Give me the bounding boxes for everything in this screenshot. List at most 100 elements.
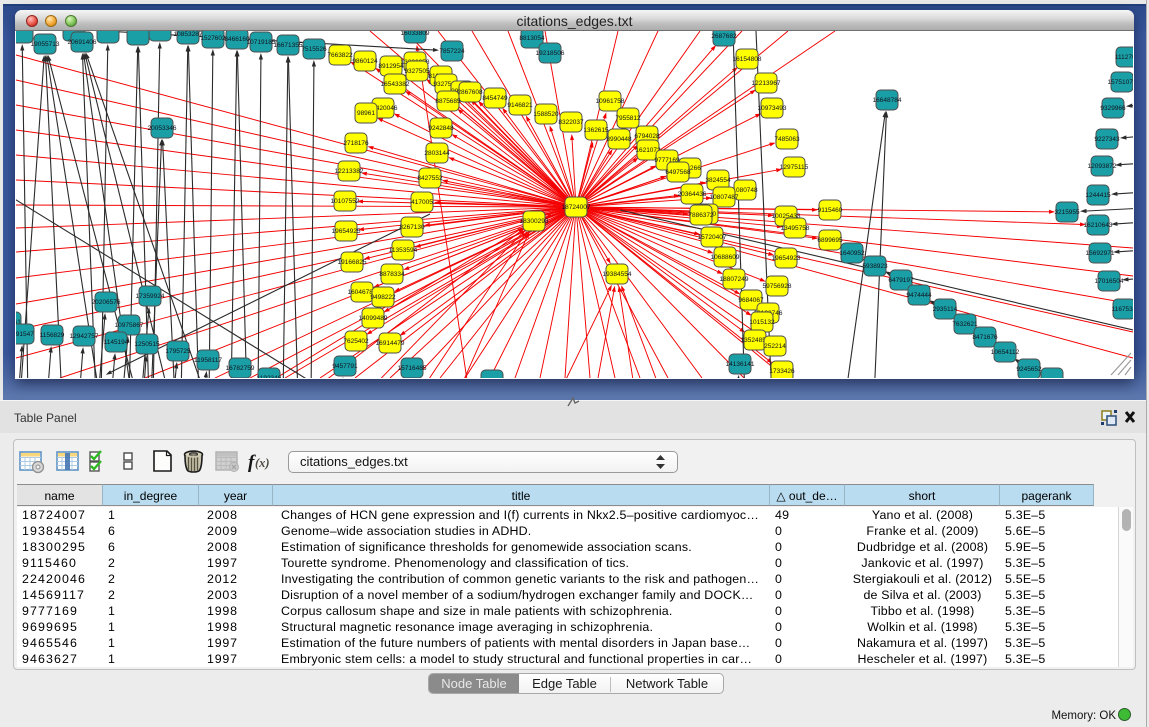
svg-text:10107552: 10107552 xyxy=(331,198,360,205)
svg-text:1527602: 1527602 xyxy=(200,35,226,42)
svg-text:1250515: 1250515 xyxy=(134,341,160,348)
svg-text:16914479: 16914479 xyxy=(376,340,405,347)
svg-text:10975867: 10975867 xyxy=(115,322,144,329)
svg-text:98961: 98961 xyxy=(357,110,375,117)
svg-text:16782759: 16782759 xyxy=(226,365,255,372)
svg-text:7857224: 7857224 xyxy=(439,48,465,55)
svg-text:9227343: 9227343 xyxy=(1094,136,1120,143)
svg-text:16648784: 16648784 xyxy=(873,97,902,104)
svg-text:6794028: 6794028 xyxy=(634,133,660,140)
svg-text:12213967: 12213967 xyxy=(752,80,781,87)
svg-text:1145194: 1145194 xyxy=(104,339,129,346)
svg-text:417005: 417005 xyxy=(411,199,433,206)
svg-text:8322037: 8322037 xyxy=(558,119,584,126)
svg-text:19654923: 19654923 xyxy=(772,255,801,262)
svg-text:1640952: 1640952 xyxy=(839,250,865,257)
svg-text:16210643: 16210643 xyxy=(1084,222,1113,229)
svg-text:1244415: 1244415 xyxy=(1085,192,1111,199)
svg-text:59756928: 59756928 xyxy=(763,283,792,290)
svg-text:18807249: 18807249 xyxy=(720,276,749,283)
svg-text:11353594: 11353594 xyxy=(389,247,418,254)
svg-text:8427552: 8427552 xyxy=(417,175,443,182)
svg-text:15720407: 15720407 xyxy=(698,234,727,241)
svg-text:12942757: 12942757 xyxy=(70,333,99,340)
svg-text:14099489: 14099489 xyxy=(359,315,388,322)
svg-text:9329966: 9329966 xyxy=(1100,105,1126,112)
svg-text:1167534: 1167534 xyxy=(1112,306,1133,313)
svg-text:12975115: 12975115 xyxy=(780,164,809,171)
svg-text:19166825: 19166825 xyxy=(338,259,367,266)
svg-text:1733426: 1733426 xyxy=(769,368,795,375)
svg-text:10719185: 10719185 xyxy=(247,39,276,46)
svg-text:1015132: 1015132 xyxy=(749,319,775,326)
svg-text:19654925: 19654925 xyxy=(332,228,361,235)
svg-text:15751074: 15751074 xyxy=(1108,79,1133,86)
svg-text:8878334: 8878334 xyxy=(379,271,405,278)
svg-text:9245652: 9245652 xyxy=(1016,366,1042,373)
svg-text:991547: 991547 xyxy=(16,331,34,338)
svg-text:20364436: 20364436 xyxy=(678,191,707,198)
svg-text:6899695: 6899695 xyxy=(817,237,843,244)
svg-text:1156829: 1156829 xyxy=(40,332,65,339)
svg-text:7886372: 7886372 xyxy=(688,212,714,219)
svg-text:1588520: 1588520 xyxy=(533,111,559,118)
svg-text:1112704: 1112704 xyxy=(1115,54,1133,61)
svg-text:16154808: 16154808 xyxy=(733,56,762,63)
svg-text:10973493: 10973493 xyxy=(758,105,787,112)
svg-text:8471676: 8471676 xyxy=(972,334,998,341)
svg-text:1362615: 1362615 xyxy=(583,127,609,134)
svg-text:8267130: 8267130 xyxy=(399,224,425,231)
svg-text:19055713: 19055713 xyxy=(31,41,60,48)
svg-text:10961758: 10961758 xyxy=(596,98,625,105)
svg-text:2687682: 2687682 xyxy=(711,33,737,40)
svg-text:6497568: 6497568 xyxy=(665,169,691,176)
svg-text:9860124: 9860124 xyxy=(352,58,378,65)
svg-text:8990448: 8990448 xyxy=(606,136,632,143)
svg-text:8454749: 8454749 xyxy=(482,95,508,102)
svg-text:7485063: 7485063 xyxy=(774,136,800,143)
svg-text:16543382: 16543382 xyxy=(381,81,410,88)
svg-text:7632621: 7632621 xyxy=(952,321,978,328)
svg-text:16671355: 16671355 xyxy=(274,42,303,49)
svg-text:5938923: 5938923 xyxy=(862,263,888,270)
svg-text:6479197: 6479197 xyxy=(888,277,914,284)
svg-text:9327505: 9327505 xyxy=(404,68,430,75)
svg-text:(x): (x) xyxy=(255,456,270,470)
svg-text:9242848: 9242848 xyxy=(428,125,454,132)
svg-text:10807487: 10807487 xyxy=(710,194,739,201)
svg-text:16033809: 16033809 xyxy=(401,31,430,37)
svg-text:18724007: 18724007 xyxy=(562,204,591,211)
svg-text:15716485: 15716485 xyxy=(398,365,427,372)
svg-text:9474444: 9474444 xyxy=(906,292,932,299)
svg-text:15692971: 15692971 xyxy=(1086,250,1115,257)
svg-text:7955812: 7955812 xyxy=(615,115,641,122)
svg-text:7515526: 7515526 xyxy=(301,46,327,53)
svg-text:9498222: 9498222 xyxy=(370,294,396,301)
svg-text:1795725: 1795725 xyxy=(165,348,191,355)
svg-text:2867608: 2867608 xyxy=(457,89,483,96)
svg-text:18300293: 18300293 xyxy=(520,218,549,225)
svg-text:252214: 252214 xyxy=(764,343,786,350)
svg-text:20053346: 20053346 xyxy=(148,125,177,132)
svg-text:3824554: 3824554 xyxy=(705,177,731,184)
svg-text:11958117: 11958117 xyxy=(194,357,222,364)
svg-text:10688609: 10688609 xyxy=(711,254,740,261)
svg-text:19218506: 19218506 xyxy=(536,50,565,57)
svg-text:19384554: 19384554 xyxy=(603,271,632,278)
svg-text:1080748: 1080748 xyxy=(732,187,758,194)
svg-text:1192346: 1192346 xyxy=(257,375,282,378)
svg-text:10654112: 10654112 xyxy=(991,349,1020,356)
svg-text:2803144: 2803144 xyxy=(424,150,450,157)
svg-text:13495758: 13495758 xyxy=(781,225,810,232)
svg-text:7663822: 7663822 xyxy=(327,52,353,59)
svg-text:3215955: 3215955 xyxy=(1054,209,1080,216)
svg-text:14136141: 14136141 xyxy=(726,361,755,368)
svg-text:2718176: 2718176 xyxy=(343,140,369,147)
svg-text:17016504: 17016504 xyxy=(1095,278,1124,285)
svg-text:12213382: 12213382 xyxy=(335,168,364,175)
svg-text:9115460: 9115460 xyxy=(818,207,843,214)
svg-text:9146821: 9146821 xyxy=(507,102,533,109)
svg-text:12093872: 12093872 xyxy=(1088,163,1117,170)
svg-text:7625402: 7625402 xyxy=(343,338,369,345)
svg-text:17359924: 17359924 xyxy=(136,293,165,300)
